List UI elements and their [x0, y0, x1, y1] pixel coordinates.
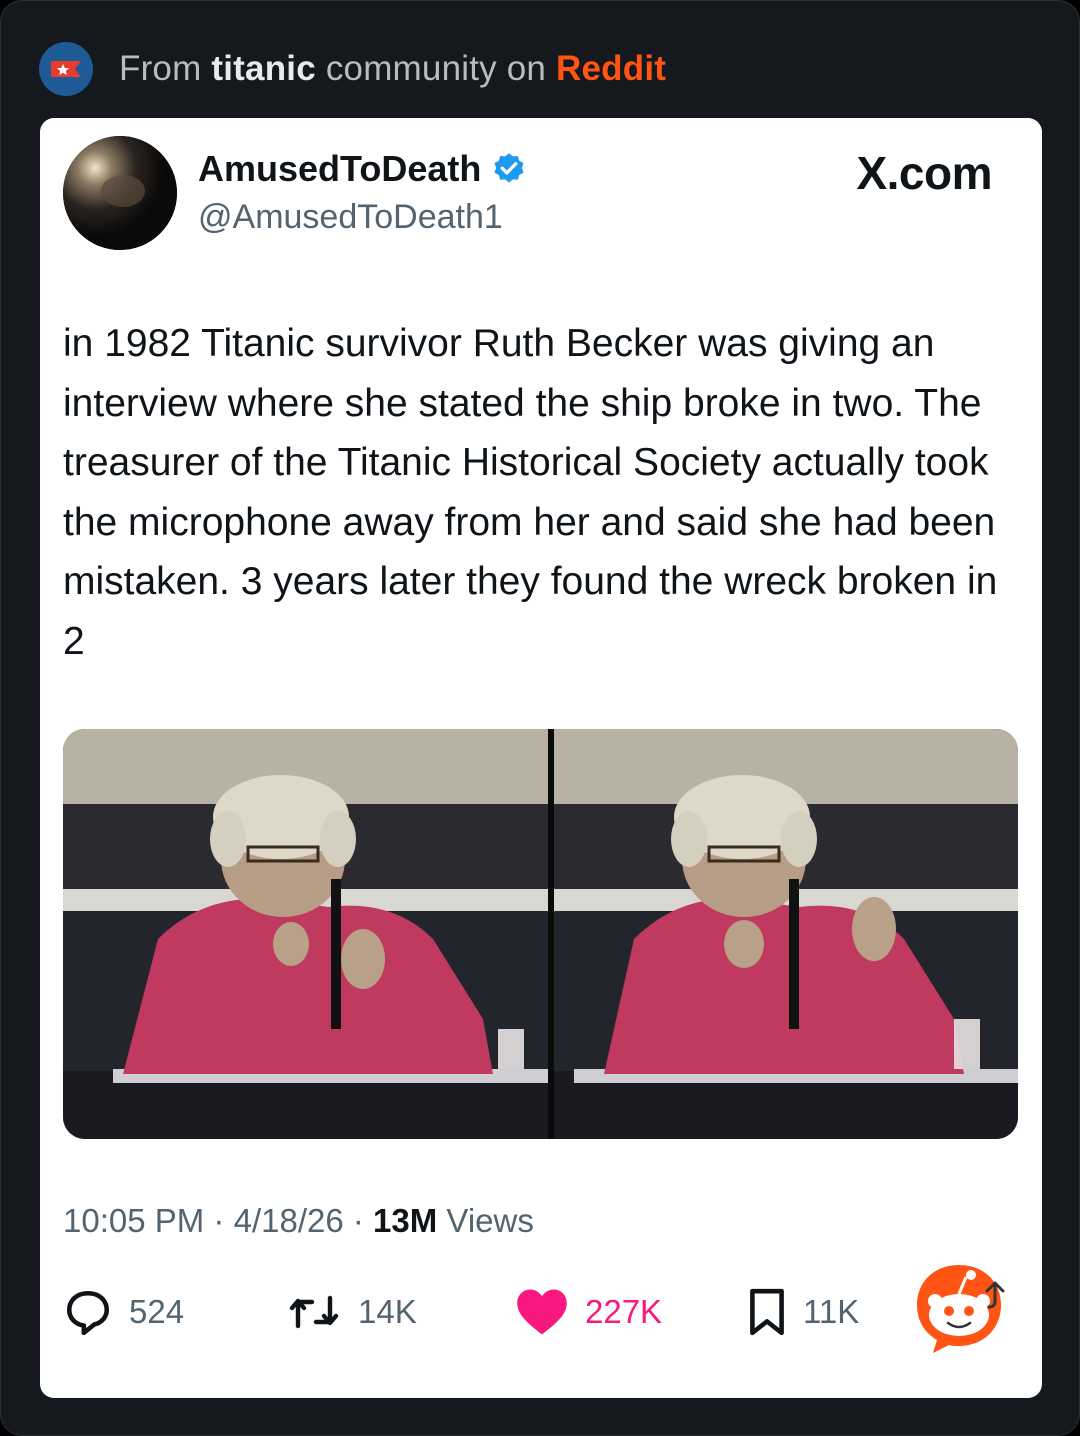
reply-button[interactable]: 524	[63, 1282, 184, 1342]
media-image-left[interactable]	[63, 729, 548, 1139]
reddit-link[interactable]: Reddit	[556, 49, 666, 88]
media-image-right[interactable]	[554, 729, 1018, 1139]
reddit-snoo-icon	[911, 1261, 1007, 1357]
tweet-time[interactable]: 10:05 PM	[63, 1202, 204, 1239]
meta-separator: ·	[213, 1202, 225, 1239]
reply-icon	[66, 1290, 110, 1336]
header-middle: community on	[325, 49, 547, 88]
community-header[interactable]: From titanic community on Reddit	[39, 41, 666, 97]
display-name[interactable]: AmusedToDeath	[198, 148, 527, 190]
like-heart-icon	[517, 1289, 567, 1335]
subreddit-icon	[39, 42, 93, 96]
source-label: X.com	[856, 147, 992, 199]
verified-badge-icon	[494, 153, 524, 183]
community-header-text: From titanic community on Reddit	[119, 49, 666, 89]
bookmark-button[interactable]: 11K	[747, 1282, 859, 1342]
repost-count: 14K	[358, 1293, 417, 1330]
views-count: 13M	[373, 1202, 438, 1239]
reply-count: 524	[129, 1293, 185, 1330]
like-button[interactable]: 227K	[515, 1282, 662, 1342]
reddit-embed-frame: From titanic community on Reddit AmusedT…	[0, 0, 1080, 1436]
header-prefix: From	[119, 49, 202, 88]
bookmark-count: 11K	[803, 1293, 860, 1330]
bookmark-icon	[750, 1288, 784, 1336]
community-name[interactable]: titanic	[211, 49, 315, 88]
avatar[interactable]	[63, 136, 177, 250]
tweet-media[interactable]	[63, 729, 1018, 1139]
tweet-actions: 524 14K 227K 11K	[63, 1282, 1023, 1342]
repost-button[interactable]: 14K	[286, 1282, 417, 1342]
display-name-text: AmusedToDeath	[198, 148, 482, 189]
tweet-card[interactable]: AmusedToDeath @AmusedToDeath1 X.com in 1…	[40, 118, 1042, 1398]
repost-icon	[289, 1295, 339, 1329]
like-count: 227K	[585, 1293, 663, 1330]
tweet-text: in 1982 Titanic survivor Ruth Becker was…	[63, 322, 998, 663]
meta-separator: ·	[352, 1202, 364, 1239]
views-label: Views	[446, 1202, 534, 1239]
tweet-meta: 10:05 PM · 4/18/26 · 13M Views	[63, 1202, 534, 1240]
handle[interactable]: @AmusedToDeath1	[198, 198, 503, 237]
tweet-date[interactable]: 4/18/26	[234, 1202, 344, 1239]
